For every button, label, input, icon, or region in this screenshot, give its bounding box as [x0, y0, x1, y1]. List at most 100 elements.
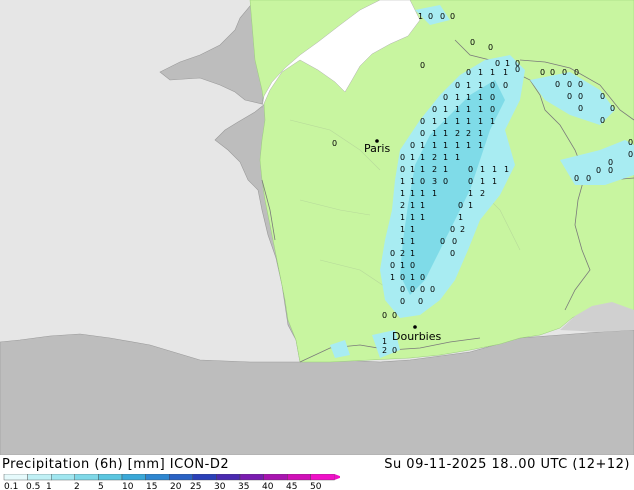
- map-title: Precipitation (6h) [mm] ICON-D2: [2, 457, 230, 472]
- svg-text:1: 1: [390, 273, 395, 282]
- svg-text:1: 1: [505, 59, 510, 68]
- svg-text:0: 0: [420, 285, 425, 294]
- svg-text:1: 1: [410, 177, 415, 186]
- svg-text:1: 1: [420, 153, 425, 162]
- legend-swatch: [263, 474, 288, 481]
- svg-text:1: 1: [400, 213, 405, 222]
- svg-text:1: 1: [443, 153, 448, 162]
- legend-swatch: [145, 474, 170, 481]
- svg-text:0: 0: [567, 92, 572, 101]
- svg-text:1: 1: [400, 225, 405, 234]
- svg-text:1: 1: [466, 105, 471, 114]
- svg-text:1: 1: [455, 141, 460, 150]
- svg-text:1: 1: [478, 129, 483, 138]
- svg-text:0: 0: [390, 261, 395, 270]
- svg-text:0: 0: [392, 311, 397, 320]
- svg-text:1: 1: [443, 117, 448, 126]
- svg-text:0: 0: [420, 117, 425, 126]
- svg-text:0: 0: [390, 249, 395, 258]
- svg-text:0: 0: [574, 68, 579, 77]
- city-label: Dourbies: [392, 330, 442, 343]
- svg-text:0: 0: [562, 68, 567, 77]
- svg-text:1: 1: [432, 117, 437, 126]
- svg-text:0: 0: [600, 92, 605, 101]
- svg-text:1: 1: [432, 189, 437, 198]
- legend-swatch: [287, 474, 312, 481]
- svg-text:1: 1: [455, 153, 460, 162]
- svg-text:0: 0: [332, 139, 337, 148]
- svg-text:1: 1: [466, 93, 471, 102]
- svg-text:0: 0: [392, 346, 397, 355]
- svg-text:0: 0: [458, 201, 463, 210]
- svg-text:3: 3: [432, 177, 437, 186]
- svg-text:1: 1: [400, 237, 405, 246]
- svg-text:0: 0: [432, 105, 437, 114]
- legend-tick-label: 45: [286, 482, 297, 490]
- legend-tick-label: 2: [74, 482, 80, 490]
- svg-text:0: 0: [450, 249, 455, 258]
- legend-swatch: [239, 474, 264, 481]
- map-datetime: Su 09-11-2025 18..00 UTC (12+12): [384, 457, 630, 472]
- svg-text:0: 0: [428, 12, 433, 21]
- legend-arrow: [334, 474, 340, 480]
- svg-text:1: 1: [480, 165, 485, 174]
- legend-swatch: [98, 474, 123, 481]
- svg-text:1: 1: [400, 189, 405, 198]
- svg-text:1: 1: [420, 189, 425, 198]
- svg-text:1: 1: [478, 68, 483, 77]
- svg-text:1: 1: [492, 165, 497, 174]
- svg-text:2: 2: [466, 129, 471, 138]
- svg-text:1: 1: [400, 261, 405, 270]
- legend-swatch: [168, 474, 193, 481]
- svg-text:0: 0: [410, 285, 415, 294]
- svg-text:1: 1: [466, 81, 471, 90]
- legend-swatch: [27, 474, 52, 481]
- svg-text:1: 1: [503, 68, 508, 77]
- legend-tick-label: 20: [170, 482, 182, 490]
- svg-text:0: 0: [578, 80, 583, 89]
- svg-text:2: 2: [400, 201, 405, 210]
- svg-text:2: 2: [432, 165, 437, 174]
- city-marker: [413, 325, 417, 329]
- legend-swatch: [74, 474, 99, 481]
- legend-swatch: [310, 474, 335, 481]
- svg-text:0: 0: [495, 59, 500, 68]
- svg-text:2: 2: [455, 129, 460, 138]
- svg-text:1: 1: [410, 237, 415, 246]
- svg-text:1: 1: [420, 141, 425, 150]
- svg-text:1: 1: [480, 177, 485, 186]
- color-scale-legend: 0.1 0.5 1 2 5 10 15 20 25 30 35 40 45 50: [3, 474, 340, 490]
- svg-text:0: 0: [540, 68, 545, 77]
- svg-text:0: 0: [488, 43, 493, 52]
- svg-text:0: 0: [490, 93, 495, 102]
- svg-text:1: 1: [420, 201, 425, 210]
- svg-text:1: 1: [468, 201, 473, 210]
- legend-tick-label: 35: [238, 482, 249, 490]
- svg-text:0: 0: [596, 166, 601, 175]
- legend-tick-label: 0.5: [26, 482, 40, 490]
- svg-text:0: 0: [567, 80, 572, 89]
- svg-text:0: 0: [586, 174, 591, 183]
- legend-tick-label: 10: [122, 482, 134, 490]
- svg-text:0: 0: [420, 61, 425, 70]
- svg-text:0: 0: [515, 65, 520, 74]
- legend-tick-label: 15: [146, 482, 157, 490]
- legend-tick-label: 30: [214, 482, 226, 490]
- city-label: Paris: [364, 142, 390, 155]
- svg-text:0: 0: [555, 80, 560, 89]
- svg-text:1: 1: [443, 129, 448, 138]
- svg-text:0: 0: [455, 81, 460, 90]
- svg-text:1: 1: [432, 141, 437, 150]
- svg-text:0: 0: [578, 104, 583, 113]
- svg-text:1: 1: [490, 68, 495, 77]
- svg-text:2: 2: [480, 189, 485, 198]
- svg-text:1: 1: [478, 117, 483, 126]
- svg-text:1: 1: [420, 213, 425, 222]
- svg-text:0: 0: [418, 297, 423, 306]
- svg-text:1: 1: [382, 337, 387, 346]
- svg-text:1: 1: [410, 201, 415, 210]
- svg-text:0: 0: [420, 177, 425, 186]
- svg-text:0: 0: [628, 150, 633, 159]
- svg-text:1: 1: [443, 141, 448, 150]
- svg-text:2: 2: [400, 249, 405, 258]
